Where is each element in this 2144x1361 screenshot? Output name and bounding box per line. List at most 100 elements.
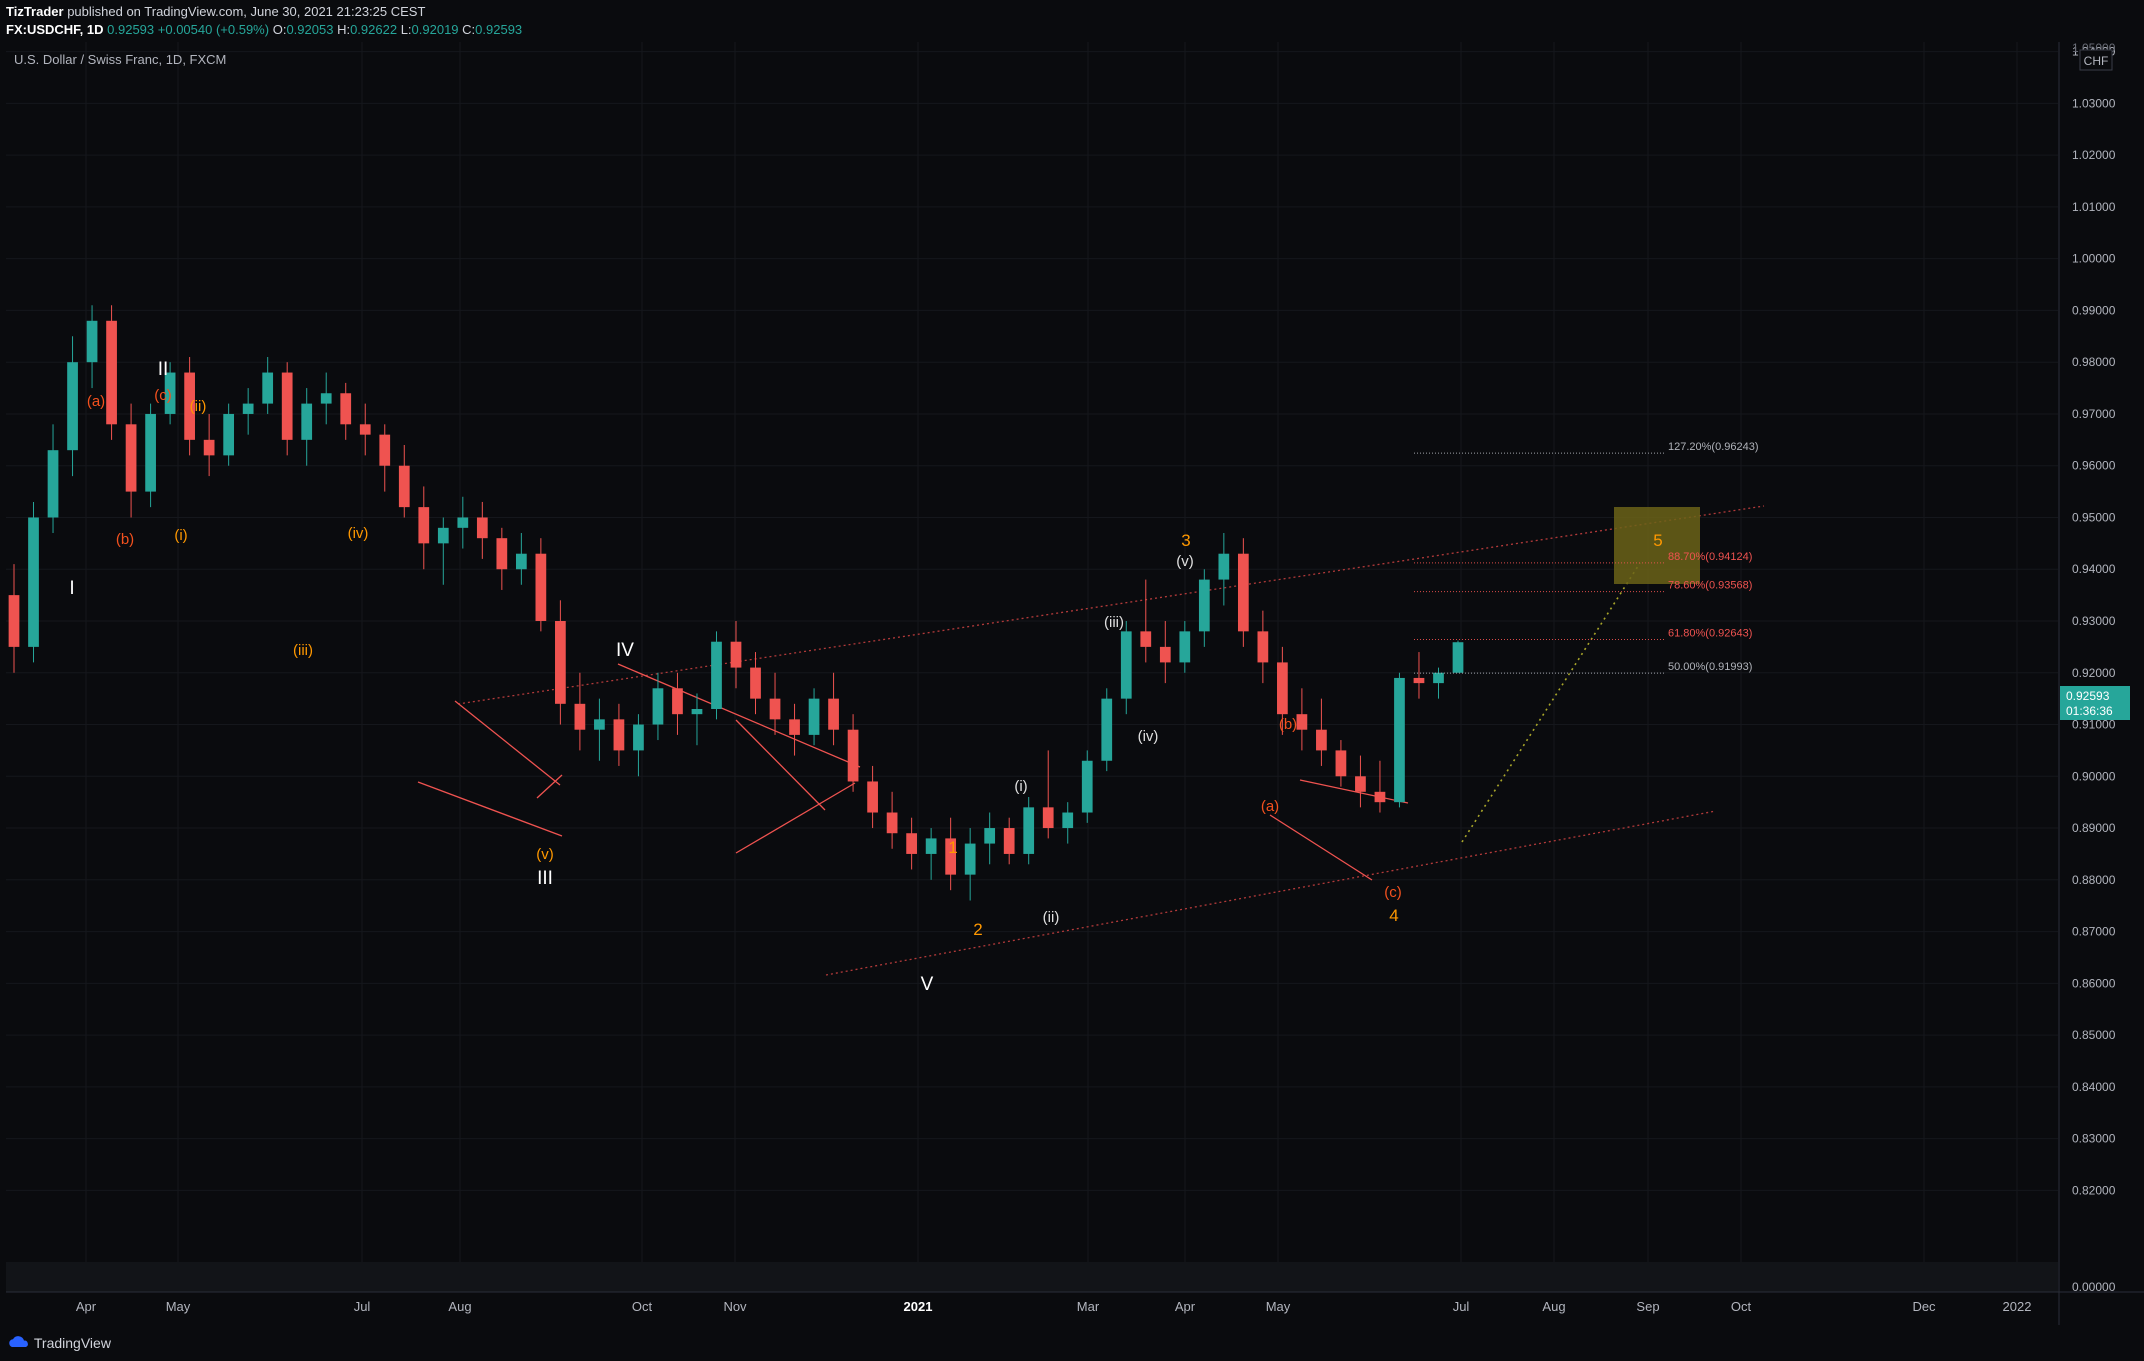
candle[interactable] — [594, 698, 605, 761]
lower-channel-line[interactable] — [825, 810, 1717, 976]
candle[interactable] — [86, 305, 98, 389]
time-tick-label: 2022 — [2003, 1299, 2032, 1314]
price-chart[interactable]: U.S. Dollar / Swiss Franc, 1D, FXCM 127.… — [0, 0, 2144, 1361]
candle[interactable] — [1042, 750, 1054, 839]
candle[interactable] — [1374, 760, 1386, 813]
candle[interactable] — [242, 388, 254, 435]
candle[interactable] — [106, 305, 117, 440]
candle[interactable] — [320, 372, 332, 425]
candle[interactable] — [1003, 817, 1015, 865]
candle[interactable] — [1081, 750, 1093, 823]
candle[interactable] — [808, 688, 820, 746]
candle[interactable] — [28, 501, 39, 663]
candle[interactable] — [1433, 667, 1444, 699]
candle[interactable] — [672, 672, 683, 735]
candle[interactable] — [1062, 802, 1074, 844]
candle[interactable] — [730, 621, 742, 689]
wave-label-orange-minor: (ii) — [190, 398, 207, 415]
candle[interactable] — [457, 496, 469, 549]
fib-levels[interactable]: 127.20%(0.96243) 88.70%(0.94124) 78.60%(0.… — [1414, 441, 1759, 674]
candles[interactable] — [8, 305, 1464, 901]
candle[interactable] — [906, 817, 917, 870]
candle-body — [925, 838, 937, 854]
candle[interactable] — [750, 652, 761, 715]
candle[interactable] — [1394, 672, 1405, 808]
currency-badge[interactable]: CHF — [2079, 49, 2113, 71]
candle[interactable] — [828, 672, 839, 746]
candle[interactable] — [145, 403, 156, 508]
candle[interactable] — [67, 336, 78, 477]
candle[interactable] — [398, 445, 410, 518]
wedge-line-mid-1[interactable] — [536, 774, 563, 799]
candle[interactable] — [886, 791, 898, 849]
candle-body — [320, 393, 332, 404]
candle[interactable] — [574, 672, 586, 751]
candle[interactable] — [691, 693, 703, 746]
fib-level[interactable]: 50.00%(0.91993) — [1414, 661, 1752, 674]
candle[interactable] — [555, 600, 566, 725]
candle[interactable] — [1198, 569, 1210, 647]
fib-level[interactable]: 61.80%(0.92643) — [1414, 627, 1752, 640]
candle[interactable] — [1296, 688, 1308, 751]
candle[interactable] — [340, 382, 352, 440]
candle[interactable] — [203, 413, 215, 477]
candle-body — [1374, 791, 1386, 803]
candle[interactable] — [1101, 688, 1113, 772]
wave-label-red: (c) — [1384, 884, 1402, 901]
candle[interactable] — [964, 828, 976, 901]
projection-path[interactable] — [1461, 562, 1641, 843]
wedge-line-upper-1[interactable] — [454, 700, 561, 786]
candle[interactable] — [476, 501, 488, 559]
candle-body — [652, 688, 664, 725]
candle[interactable] — [1316, 698, 1327, 766]
candle[interactable] — [867, 765, 878, 829]
candle[interactable] — [496, 527, 508, 590]
fib-level[interactable]: 127.20%(0.96243) — [1414, 441, 1759, 454]
candle-body — [1198, 579, 1210, 632]
candle[interactable] — [1355, 755, 1366, 808]
price-tick-label: 0.92000 — [2072, 666, 2116, 680]
candle[interactable] — [47, 424, 59, 534]
candle[interactable] — [515, 533, 527, 585]
fib-level[interactable]: 88.70%(0.94124) — [1414, 551, 1752, 564]
wave-label-white-minor: (i) — [1014, 778, 1027, 795]
wedge-line-upper-2[interactable] — [1299, 779, 1409, 804]
candle[interactable] — [1257, 610, 1269, 684]
fib-level[interactable]: 78.60%(0.93568) — [1414, 580, 1752, 593]
candle[interactable] — [1237, 538, 1249, 647]
triangle-lower-line[interactable] — [735, 782, 856, 854]
price-axis[interactable]: 1.040001.030001.020001.010001.000000.990… — [2072, 41, 2116, 1294]
tradingview-logo[interactable]: TradingView — [8, 1334, 111, 1352]
candle[interactable] — [789, 703, 800, 756]
candle[interactable] — [1120, 621, 1132, 715]
candle[interactable] — [1179, 621, 1191, 673]
candle[interactable] — [535, 538, 547, 632]
candle[interactable] — [711, 631, 722, 720]
candle[interactable] — [769, 672, 781, 735]
candle[interactable] — [379, 424, 391, 492]
candle[interactable] — [1413, 652, 1425, 699]
candle[interactable] — [613, 703, 625, 766]
candle[interactable] — [925, 828, 937, 880]
candle[interactable] — [1452, 640, 1464, 673]
candle[interactable] — [301, 388, 313, 466]
candle-body — [964, 843, 976, 875]
candle[interactable] — [437, 517, 449, 585]
candle[interactable] — [1159, 621, 1171, 684]
candle-body — [574, 703, 586, 730]
candle[interactable] — [262, 357, 274, 414]
candle[interactable] — [984, 812, 996, 865]
candle[interactable] — [418, 486, 430, 570]
candle[interactable] — [8, 564, 20, 673]
candle[interactable] — [1023, 796, 1035, 865]
candle[interactable] — [223, 403, 235, 466]
wave-label-orange-minor: (iv) — [348, 525, 369, 542]
candle[interactable] — [847, 714, 859, 792]
candle[interactable] — [1335, 740, 1347, 787]
candle[interactable] — [1218, 533, 1230, 606]
candle[interactable] — [125, 403, 137, 518]
candle[interactable] — [359, 403, 371, 456]
wedge-line-lower-2[interactable] — [1269, 814, 1373, 881]
candle[interactable] — [281, 362, 293, 456]
time-axis[interactable]: Apr May Jul Aug Oct Nov 2021 Mar Apr May Jul Aug Sep… — [76, 1299, 2032, 1314]
